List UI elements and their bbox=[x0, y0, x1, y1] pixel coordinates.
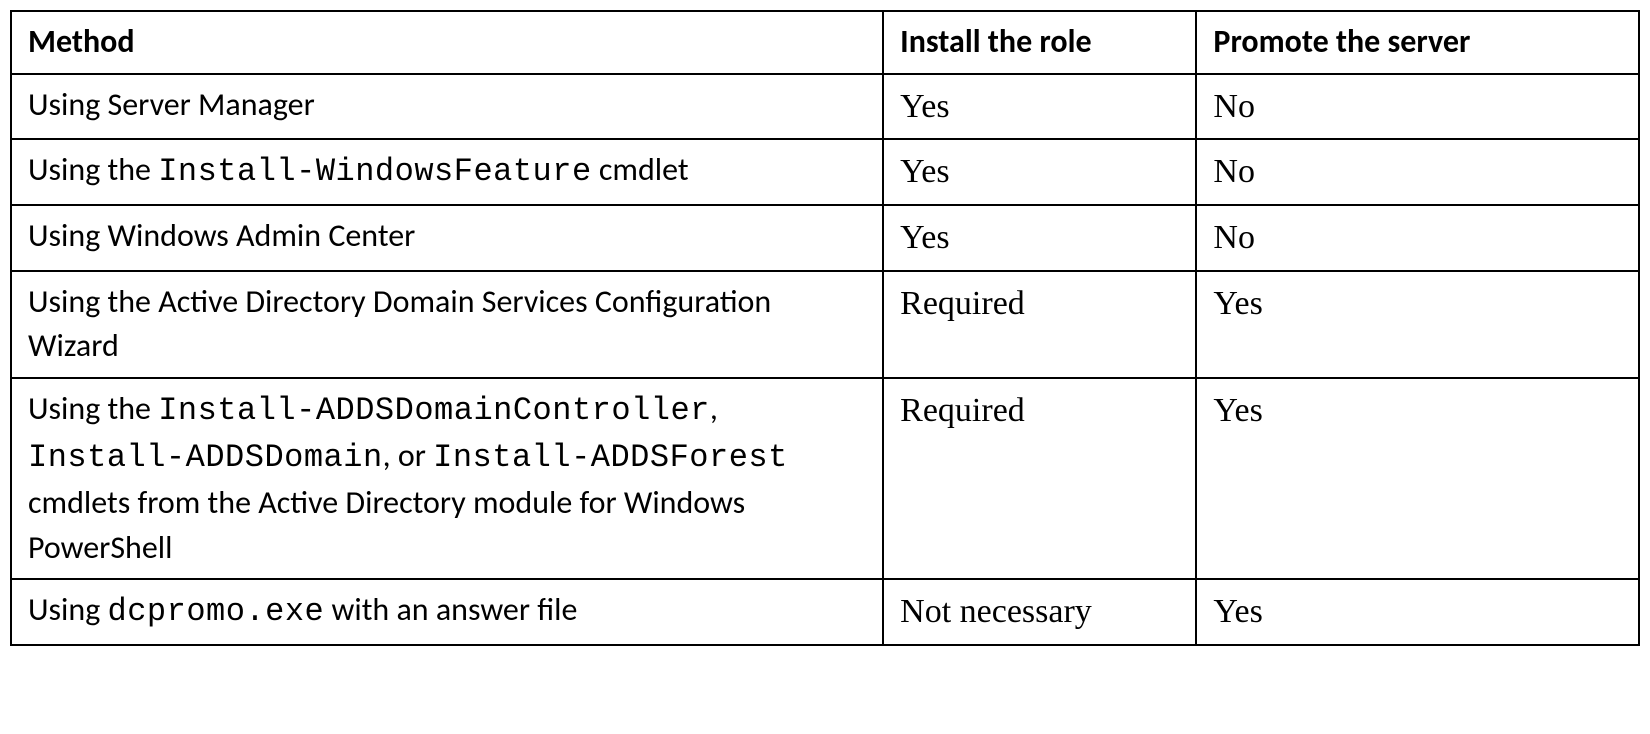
cell-method: Using dcpromo.exe with an answer file bbox=[11, 579, 883, 645]
cell-install: Required bbox=[883, 378, 1196, 579]
cell-install: Yes bbox=[883, 205, 1196, 271]
cell-promote: Yes bbox=[1196, 378, 1639, 579]
cell-method: Using the Install-WindowsFeature cmdlet bbox=[11, 139, 883, 205]
table-row: Using Server Manager Yes No bbox=[11, 74, 1639, 140]
table-row: Using the Active Directory Domain Servic… bbox=[11, 271, 1639, 379]
table-header-row: Method Install the role Promote the serv… bbox=[11, 11, 1639, 74]
cell-promote: No bbox=[1196, 205, 1639, 271]
methods-table: Method Install the role Promote the serv… bbox=[10, 10, 1640, 646]
cell-promote: No bbox=[1196, 74, 1639, 140]
header-method: Method bbox=[11, 11, 883, 74]
header-install: Install the role bbox=[883, 11, 1196, 74]
cell-promote: Yes bbox=[1196, 579, 1639, 645]
table-row: Using dcpromo.exe with an answer file No… bbox=[11, 579, 1639, 645]
table-row: Using Windows Admin Center Yes No bbox=[11, 205, 1639, 271]
cell-promote: Yes bbox=[1196, 271, 1639, 379]
cell-method: Using Server Manager bbox=[11, 74, 883, 140]
cell-install: Yes bbox=[883, 74, 1196, 140]
header-promote: Promote the server bbox=[1196, 11, 1639, 74]
cell-method: Using Windows Admin Center bbox=[11, 205, 883, 271]
cell-install: Yes bbox=[883, 139, 1196, 205]
cell-method: Using the Active Directory Domain Servic… bbox=[11, 271, 883, 379]
cell-promote: No bbox=[1196, 139, 1639, 205]
table-row: Using the Install-ADDSDomainController, … bbox=[11, 378, 1639, 579]
cell-install: Not necessary bbox=[883, 579, 1196, 645]
cell-method: Using the Install-ADDSDomainController, … bbox=[11, 378, 883, 579]
cell-install: Required bbox=[883, 271, 1196, 379]
table-row: Using the Install-WindowsFeature cmdlet … bbox=[11, 139, 1639, 205]
